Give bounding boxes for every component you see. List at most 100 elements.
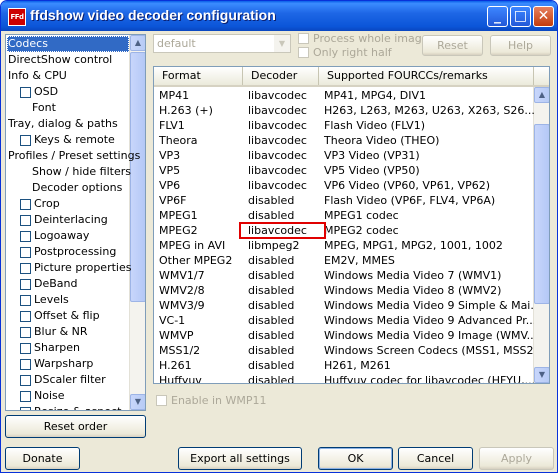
donate-button[interactable]: Donate	[5, 447, 80, 470]
chevron-down-icon[interactable]: ▼	[274, 35, 290, 52]
table-row[interactable]: WMV1/7 disabled Windows Media Video 7 (WMV…	[154, 268, 534, 283]
checkbox-box[interactable]	[298, 33, 309, 44]
scroll-up-icon[interactable]: ▲	[130, 35, 145, 51]
table-scrollbar[interactable]: ▲ ▼	[533, 87, 549, 383]
sidebar-item-dscaler-filter[interactable]: DScaler filter	[34, 372, 106, 388]
sidebar-item-keys-remote[interactable]: Keys & remote	[34, 132, 115, 148]
sidebar-checkbox-postprocessing[interactable]	[20, 247, 31, 258]
title-bar[interactable]: FFd ffdshow video decoder configuration …	[1, 1, 557, 31]
sidebar-checkbox-blur-nr[interactable]	[20, 327, 31, 338]
decoder-cell[interactable]: disabled	[243, 373, 319, 383]
decoder-cell[interactable]: disabled	[243, 313, 319, 328]
sidebar-checkbox-logoaway[interactable]	[20, 231, 31, 242]
scroll-thumb[interactable]	[130, 52, 145, 302]
checkbox-box[interactable]	[298, 47, 309, 58]
decoder-cell[interactable]: disabled	[243, 208, 319, 223]
minimize-button[interactable]: _	[487, 6, 508, 27]
sidebar-item-warpsharp[interactable]: Warpsharp	[34, 356, 93, 372]
sidebar-item-postprocessing[interactable]: Postprocessing	[34, 244, 116, 260]
table-row[interactable]: MP41 libavcodec MP41, MPG4, DIV1	[154, 88, 534, 103]
preset-select[interactable]: default ▼	[153, 34, 291, 53]
sidebar-item-osd[interactable]: OSD	[34, 84, 58, 100]
sidebar-item-resize-aspect[interactable]: Resize & aspect	[34, 404, 121, 410]
table-row[interactable]: MPEG in AVI libmpeg2 MPEG, MPG1, MPG2, 100…	[154, 238, 534, 253]
sidebar-item-deband[interactable]: DeBand	[34, 276, 77, 292]
table-row[interactable]: VP5 libavcodec VP5 Video (VP50)	[154, 163, 534, 178]
scroll-down-icon[interactable]: ▼	[534, 367, 549, 383]
checkbox-box[interactable]	[156, 395, 167, 406]
decoder-cell[interactable]: libavcodec	[243, 118, 319, 133]
table-row[interactable]: MPEG2 libavcodec MPEG2 codec	[154, 223, 534, 238]
table-row[interactable]: H.263 (+) libavcodec H263, L263, M263, U26…	[154, 103, 534, 118]
sidebar-item-picture-properties[interactable]: Picture properties	[34, 260, 131, 276]
decoder-cell[interactable]: disabled	[243, 343, 319, 358]
sidebar-tree[interactable]: ▲ ▼ Codecs DirectShow control Info & CPU OS…	[5, 34, 146, 411]
sidebar-item-decoder-options[interactable]: Decoder options	[32, 180, 122, 196]
table-row[interactable]: VP3 libavcodec VP3 Video (VP31)	[154, 148, 534, 163]
decoder-cell[interactable]: disabled	[243, 283, 319, 298]
sidebar-item-levels[interactable]: Levels	[34, 292, 69, 308]
sidebar-checkbox-osd[interactable]	[20, 87, 31, 98]
codec-table[interactable]: Format Decoder Supported FOURCCs/remarks…	[153, 66, 550, 384]
sidebar-checkbox-crop[interactable]	[20, 199, 31, 210]
decoder-cell[interactable]: libavcodec	[243, 163, 319, 178]
sidebar-item-sharpen[interactable]: Sharpen	[34, 340, 80, 356]
scroll-down-icon[interactable]: ▼	[130, 394, 145, 410]
sidebar-item-noise[interactable]: Noise	[34, 388, 65, 404]
sidebar-checkbox-deband[interactable]	[20, 279, 31, 290]
sidebar-checkbox-warpsharp[interactable]	[20, 359, 31, 370]
sidebar-scrollbar[interactable]: ▲ ▼	[129, 35, 145, 410]
column-header-decoder[interactable]: Decoder	[243, 67, 319, 85]
decoder-cell[interactable]: disabled	[243, 268, 319, 283]
decoder-cell[interactable]: libmpeg2	[243, 238, 319, 253]
sidebar-item-crop[interactable]: Crop	[34, 196, 60, 212]
table-row[interactable]: VP6 libavcodec VP6 Video (VP60, VP61, VP62…	[154, 178, 534, 193]
sidebar-item-show-hide-filters[interactable]: Show / hide filters	[32, 164, 131, 180]
table-row[interactable]: WMVP disabled Windows Media Video 9 Image …	[154, 328, 534, 343]
sidebar-checkbox-dscaler-filter[interactable]	[20, 375, 31, 386]
sidebar-checkbox-offset-flip[interactable]	[20, 311, 31, 322]
sidebar-item-offset-flip[interactable]: Offset & flip	[34, 308, 100, 324]
table-row[interactable]: VC-1 disabled Windows Media Video 9 Advanc…	[154, 313, 534, 328]
column-header-remarks[interactable]: Supported FOURCCs/remarks	[319, 67, 534, 85]
decoder-cell[interactable]: libavcodec	[243, 148, 319, 163]
sidebar-item-info-cpu[interactable]: Info & CPU	[8, 68, 67, 84]
help-button[interactable]: Help	[490, 35, 551, 56]
column-header-format[interactable]: Format	[154, 67, 243, 85]
scroll-thumb[interactable]	[534, 124, 549, 304]
cancel-button[interactable]: Cancel	[398, 447, 473, 470]
decoder-cell[interactable]: disabled	[243, 298, 319, 313]
decoder-cell[interactable]: disabled	[243, 193, 319, 208]
table-row[interactable]: WMV2/8 disabled Windows Media Video 8 (WMV…	[154, 283, 534, 298]
sidebar-checkbox-keys-remote[interactable]	[20, 135, 31, 146]
decoder-cell[interactable]: disabled	[243, 253, 319, 268]
scroll-up-icon[interactable]: ▲	[534, 87, 549, 103]
table-row[interactable]: MPEG1 disabled MPEG1 codec	[154, 208, 534, 223]
apply-button[interactable]: Apply	[479, 447, 554, 470]
sidebar-item-font[interactable]: Font	[32, 100, 56, 116]
sidebar-item-deinterlacing[interactable]: Deinterlacing	[34, 212, 108, 228]
sidebar-item-codecs[interactable]: Codecs	[7, 36, 129, 52]
table-row[interactable]: H.261 disabled H261, M261	[154, 358, 534, 373]
table-row[interactable]: VP6F disabled Flash Video (VP6F, FLV4, VP6…	[154, 193, 534, 208]
decoder-cell[interactable]: libavcodec	[243, 178, 319, 193]
ok-button[interactable]: OK	[318, 447, 393, 470]
sidebar-checkbox-noise[interactable]	[20, 391, 31, 402]
decoder-cell[interactable]: libavcodec	[243, 88, 319, 103]
table-row[interactable]: Other MPEG2 disabled EM2V, MMES	[154, 253, 534, 268]
sidebar-checkbox-sharpen[interactable]	[20, 343, 31, 354]
table-row[interactable]: Huffyuv disabled Huffyuv codec for libavco…	[154, 373, 534, 383]
table-row[interactable]: WMV3/9 disabled Windows Media Video 9 Simp…	[154, 298, 534, 313]
sidebar-checkbox-picture-properties[interactable]	[20, 263, 31, 274]
decoder-cell[interactable]: libavcodec	[243, 133, 319, 148]
sidebar-checkbox-resize-aspect[interactable]	[20, 407, 31, 410]
decoder-cell[interactable]: disabled	[243, 328, 319, 343]
maximize-button[interactable]: □	[510, 6, 531, 27]
reset-button[interactable]: Reset	[422, 35, 483, 56]
table-row[interactable]: MSS1/2 disabled Windows Screen Codecs (MSS…	[154, 343, 534, 358]
close-button[interactable]: ✕	[533, 6, 554, 27]
sidebar-item-directshow-control[interactable]: DirectShow control	[8, 52, 112, 68]
decoder-cell[interactable]: libavcodec	[243, 103, 319, 118]
sidebar-item-profiles-preset-settings[interactable]: Profiles / Preset settings	[8, 148, 140, 164]
sidebar-item-blur-nr[interactable]: Blur & NR	[34, 324, 88, 340]
